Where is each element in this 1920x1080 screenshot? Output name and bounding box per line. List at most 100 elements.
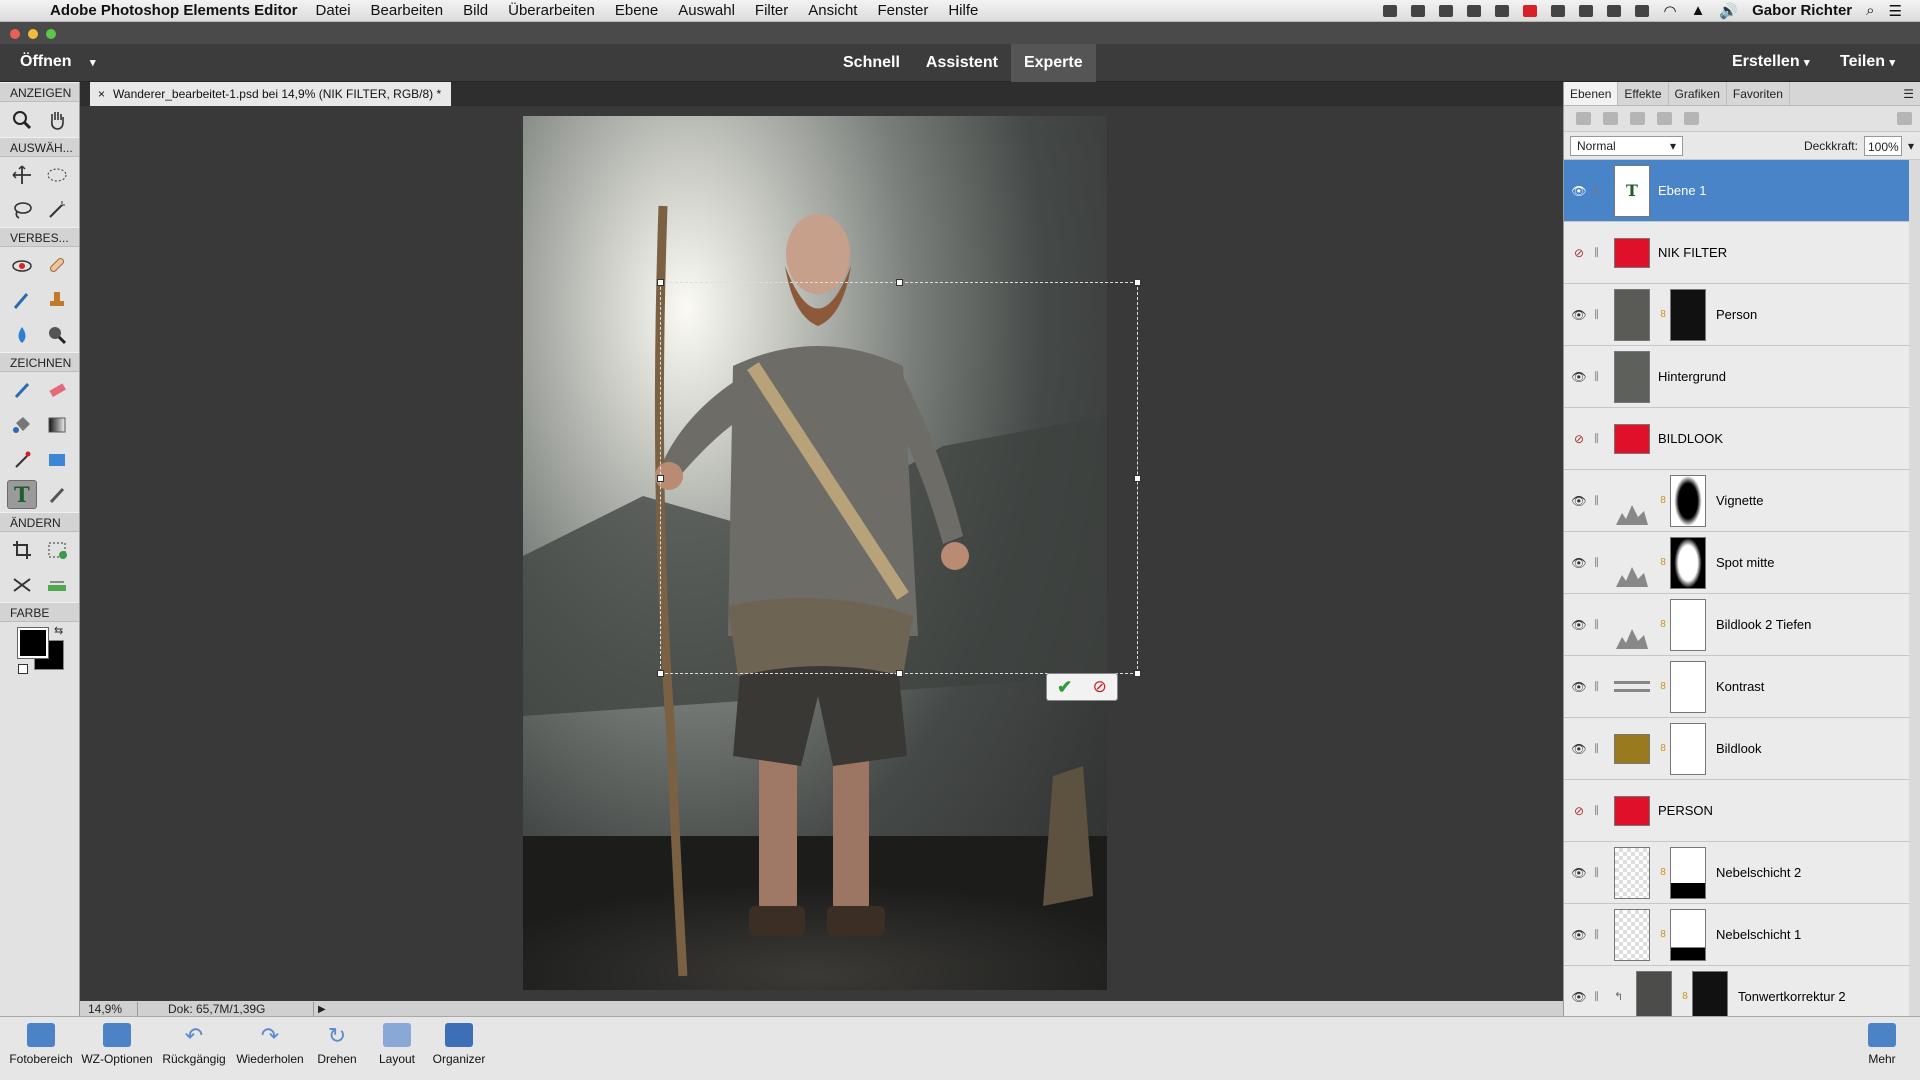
link-icon[interactable]: ∥ [1594, 433, 1614, 444]
recompose-tool-icon[interactable] [43, 535, 73, 564]
link-icon[interactable]: ∥ [1594, 681, 1614, 692]
mask-thumb[interactable] [1670, 722, 1706, 775]
share-button[interactable]: Teilen ▾ [1840, 53, 1895, 71]
status-icon[interactable] [1579, 4, 1594, 17]
add-mask-icon[interactable] [1630, 112, 1645, 125]
eject-icon[interactable]: ▲ [1691, 2, 1706, 19]
mask-thumb[interactable] [1670, 288, 1706, 341]
paint-bucket-icon[interactable] [7, 410, 37, 439]
layer-name[interactable]: Kontrast [1716, 679, 1764, 694]
menu-edit[interactable]: Bearbeiten [371, 2, 444, 19]
search-icon[interactable]: ⌕ [1866, 2, 1874, 19]
document-tab[interactable]: × Wanderer_bearbeitet-1.psd bei 14,9% (N… [90, 82, 452, 106]
rectangle-shape-icon[interactable] [43, 445, 73, 474]
eye-icon[interactable]: 👁 [1564, 680, 1594, 694]
eye-icon[interactable]: 👁 [1564, 618, 1594, 632]
clone-stamp-icon[interactable] [43, 285, 73, 314]
pencil-tool-icon[interactable] [43, 480, 72, 509]
mask-link-icon[interactable]: 8 [1658, 495, 1668, 506]
status-icon[interactable] [1411, 4, 1426, 17]
transform-handle[interactable] [657, 670, 664, 677]
layer-row[interactable]: 👁 ∥ T Ebene 1 [1564, 160, 1909, 222]
layer-name[interactable]: Ebene 1 [1658, 183, 1706, 198]
link-icon[interactable]: ∥ [1594, 371, 1614, 382]
foreground-color-swatch[interactable] [17, 627, 49, 659]
link-icon[interactable]: ∥ [1594, 929, 1614, 940]
mask-thumb[interactable] [1692, 970, 1728, 1023]
mask-link-icon[interactable]: 8 [1658, 743, 1668, 754]
red-eye-tool-icon[interactable] [7, 250, 37, 279]
mask-thumb[interactable] [1670, 908, 1706, 961]
status-menu-arrow-icon[interactable]: ▶ [314, 1004, 326, 1015]
opacity-dropdown-icon[interactable]: ▾ [1908, 139, 1914, 153]
commit-checkmark-icon[interactable]: ✔ [1057, 677, 1072, 698]
tab-layers[interactable]: Ebenen [1564, 82, 1619, 105]
blend-mode-select[interactable]: Normal ▾ [1570, 135, 1683, 156]
mask-thumb[interactable] [1670, 598, 1706, 651]
transform-handle[interactable] [1134, 279, 1141, 286]
status-icon[interactable] [1495, 4, 1510, 17]
mode-expert-tab[interactable]: Experte [1010, 44, 1096, 82]
mask-link-icon[interactable]: 8 [1680, 991, 1690, 1002]
panel-scrollbar[interactable] [1909, 160, 1920, 1016]
sponge-tool-icon[interactable] [43, 320, 73, 349]
eye-hidden-icon[interactable]: ⊘ [1564, 432, 1594, 446]
status-icon[interactable] [1607, 4, 1622, 17]
layer-name[interactable]: NIK FILTER [1658, 245, 1727, 260]
eye-icon[interactable]: 👁 [1564, 928, 1594, 942]
mask-link-icon[interactable]: 8 [1658, 557, 1668, 568]
wifi-icon[interactable]: ◠ [1663, 2, 1676, 20]
mask-thumb[interactable] [1670, 474, 1706, 527]
menu-image[interactable]: Bild [463, 2, 488, 19]
transform-handle[interactable] [1134, 670, 1141, 677]
transform-handle[interactable] [1134, 475, 1141, 482]
opacity-input[interactable]: 100% [1863, 135, 1902, 156]
eye-icon[interactable]: 👁 [1564, 990, 1594, 1004]
menu-help[interactable]: Hilfe [948, 2, 978, 19]
rotate-button[interactable]: ↻ Drehen [312, 1023, 362, 1066]
status-icon[interactable] [1523, 4, 1538, 17]
eye-icon[interactable]: 👁 [1564, 742, 1594, 756]
layer-row[interactable]: 👁 ∥ 8 Vignette [1564, 470, 1909, 532]
zoom-tool-icon[interactable] [7, 105, 37, 134]
tab-graphics[interactable]: Grafiken [1669, 82, 1727, 105]
mode-quick-tab[interactable]: Schnell [830, 44, 913, 82]
status-icon[interactable] [1467, 4, 1482, 17]
layer-name[interactable]: Spot mitte [1716, 555, 1775, 570]
elliptical-marquee-icon[interactable] [43, 160, 73, 189]
status-icon[interactable] [1439, 4, 1454, 17]
link-icon[interactable]: ∥ [1594, 247, 1614, 258]
layer-row[interactable]: 👁 ∥ 8 Bildlook 2 Tiefen [1564, 594, 1909, 656]
more-button[interactable]: Mehr [1862, 1023, 1902, 1066]
layer-name[interactable]: BILDLOOK [1658, 431, 1723, 446]
menu-filter[interactable]: Filter [755, 2, 788, 19]
layer-row[interactable]: ⊘ ∥ NIK FILTER [1564, 222, 1909, 284]
new-adjustment-layer-icon[interactable] [1603, 112, 1618, 125]
layer-row[interactable]: 👁 ∥ 8 Kontrast [1564, 656, 1909, 718]
straighten-tool-icon[interactable] [43, 570, 73, 599]
redo-button[interactable]: ↷ Wiederholen [232, 1023, 308, 1066]
link-icon[interactable]: ∥ [1594, 309, 1614, 320]
menu-layer[interactable]: Ebene [615, 2, 658, 19]
eye-hidden-icon[interactable]: ⊘ [1564, 246, 1594, 260]
link-icon[interactable]: ∥ [1594, 805, 1614, 816]
layer-name[interactable]: Tonwertkorrektur 2 [1738, 989, 1846, 1004]
open-button[interactable]: Öffnen ▾ [20, 53, 96, 71]
gradient-tool-icon[interactable] [43, 410, 73, 439]
eye-icon[interactable]: 👁 [1564, 370, 1594, 384]
organizer-button[interactable]: Organizer [428, 1023, 490, 1066]
layer-name[interactable]: Bildlook [1716, 741, 1762, 756]
mask-thumb[interactable] [1670, 660, 1706, 713]
mask-link-icon[interactable]: 8 [1658, 929, 1668, 940]
status-icon[interactable] [1383, 4, 1398, 17]
type-tool-icon[interactable]: T [7, 480, 37, 509]
lock-transparency-icon[interactable] [1684, 112, 1699, 125]
app-name[interactable]: Adobe Photoshop Elements Editor [50, 2, 298, 19]
eye-icon[interactable]: 👁 [1564, 494, 1594, 508]
close-window-icon[interactable] [10, 29, 20, 39]
notification-list-icon[interactable]: ☰ [1889, 2, 1902, 20]
eraser-tool-icon[interactable] [43, 375, 73, 404]
text-layer-bounding-box[interactable] [657, 279, 1141, 677]
layer-name[interactable]: Vignette [1716, 493, 1763, 508]
layer-name[interactable]: Nebelschicht 2 [1716, 865, 1801, 880]
